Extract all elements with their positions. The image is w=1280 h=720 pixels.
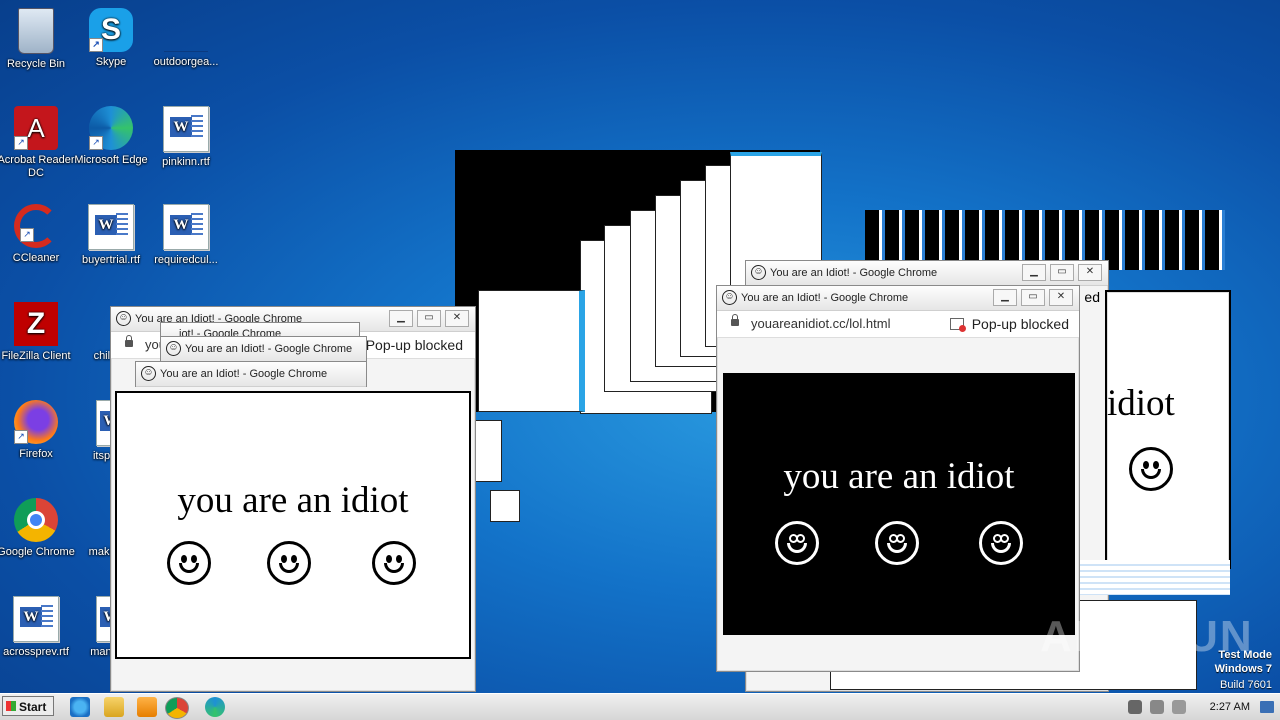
- glitch-strip-right: [1080, 560, 1230, 595]
- browser-window-right-main[interactable]: ☺ You are an Idiot! - Google Chrome ▁ ▭ …: [716, 285, 1080, 672]
- page-content: you are an idiot: [723, 373, 1075, 635]
- title-bar[interactable]: ☺ You are an Idiot! - Google Chrome ▁ ▭ …: [746, 261, 1108, 286]
- smiley-face: [979, 521, 1023, 565]
- desktop: { "desktop": { "icons": [ {"label": "Rec…: [0, 0, 1280, 720]
- explorer-icon[interactable]: [104, 697, 124, 717]
- smiley-face: [267, 541, 311, 585]
- close-button[interactable]: ✕: [445, 310, 469, 327]
- close-button[interactable]: ✕: [1078, 264, 1102, 281]
- requiredcul-file-icon[interactable]: W requiredcul...: [141, 204, 231, 267]
- close-button[interactable]: ✕: [1049, 289, 1073, 306]
- smiley-icon: ☺: [166, 341, 181, 356]
- title-bar[interactable]: ☺ You are an Idiot! - Google Chrome ▁ ▭ …: [717, 286, 1079, 311]
- title-bar[interactable]: ☺ You are an Idiot! - Google Chrome: [161, 337, 366, 362]
- trash-icon: [18, 8, 54, 54]
- lock-icon: [731, 314, 739, 326]
- maximize-button[interactable]: ▭: [417, 310, 441, 327]
- smiley-face: [875, 521, 919, 565]
- smiley-icon: ☺: [116, 311, 131, 326]
- system-tray: [1120, 694, 1280, 720]
- smiley-face: [167, 541, 211, 585]
- build-label: Build 7601: [1220, 679, 1272, 691]
- chrome-taskbar-icon[interactable]: [165, 697, 189, 719]
- browser-window-right-fragment: idiot: [1105, 290, 1231, 569]
- maximize-button[interactable]: ▭: [1050, 264, 1074, 281]
- address-bar[interactable]: youareanidiot.cc/lol.html Pop-up blocked: [717, 311, 1079, 338]
- start-button[interactable]: Start: [2, 696, 54, 716]
- clock[interactable]: 2:27 AM: [1210, 694, 1250, 720]
- title-bar[interactable]: ☺ You are an Idiot! - Google Chrome: [136, 362, 366, 387]
- test-mode-label: Test Mode: [1218, 649, 1272, 661]
- ie-icon[interactable]: [70, 697, 90, 717]
- idiot-text-fragment: idiot: [1107, 383, 1175, 424]
- lock-icon: [125, 335, 133, 347]
- media-player-icon[interactable]: [137, 697, 157, 717]
- idiot-text: you are an idiot: [783, 456, 1015, 497]
- smiley-icon: ☺: [722, 290, 737, 305]
- outdoorgear-file-icon[interactable]: outdoorgea...: [141, 8, 231, 69]
- smiley-face: [1129, 447, 1173, 491]
- smiley-icon: ☺: [751, 265, 766, 280]
- stacked-window-2[interactable]: ☺ You are an Idiot! - Google Chrome: [160, 336, 367, 362]
- page-content: you are an idiot: [115, 391, 471, 659]
- volume-icon[interactable]: [1128, 700, 1142, 714]
- network-icon[interactable]: [1150, 700, 1164, 714]
- show-desktop-button[interactable]: [1260, 701, 1274, 713]
- popup-blocked-indicator[interactable]: Pop-up blocked: [366, 332, 463, 358]
- idiot-text: you are an idiot: [177, 480, 409, 521]
- flag-icon[interactable]: [1172, 700, 1186, 714]
- popup-blocked-icon: [949, 318, 966, 332]
- word-document-icon: W: [163, 204, 209, 250]
- minimize-button[interactable]: ▁: [389, 310, 413, 327]
- word-document-icon: W: [13, 596, 59, 642]
- word-document-icon: W: [163, 106, 209, 152]
- word-document-icon: W: [88, 204, 134, 250]
- maximize-button[interactable]: ▭: [1021, 289, 1045, 306]
- glitch-strip-1: [478, 290, 585, 412]
- taskbar: Start 2:27 AM: [0, 693, 1280, 720]
- minimize-button[interactable]: ▁: [1022, 264, 1046, 281]
- popup-blocked-indicator[interactable]: Pop-up blocked: [949, 311, 1069, 337]
- smiley-face: [372, 541, 416, 585]
- edge-taskbar-icon[interactable]: [205, 697, 225, 717]
- minimize-button[interactable]: ▁: [993, 289, 1017, 306]
- smiley-face: [775, 521, 819, 565]
- glitch-strip-3: [490, 490, 520, 522]
- stacked-window-3[interactable]: ☺ You are an Idiot! - Google Chrome: [135, 361, 367, 387]
- smiley-icon: ☺: [141, 366, 156, 381]
- url-text: youareanidiot.cc/lol.html: [751, 316, 891, 331]
- popup-blocked-partial: ed: [1084, 289, 1100, 305]
- pinkinn-file-icon[interactable]: W pinkinn.rtf: [141, 106, 231, 169]
- windows-version-label: Windows 7: [1214, 663, 1272, 675]
